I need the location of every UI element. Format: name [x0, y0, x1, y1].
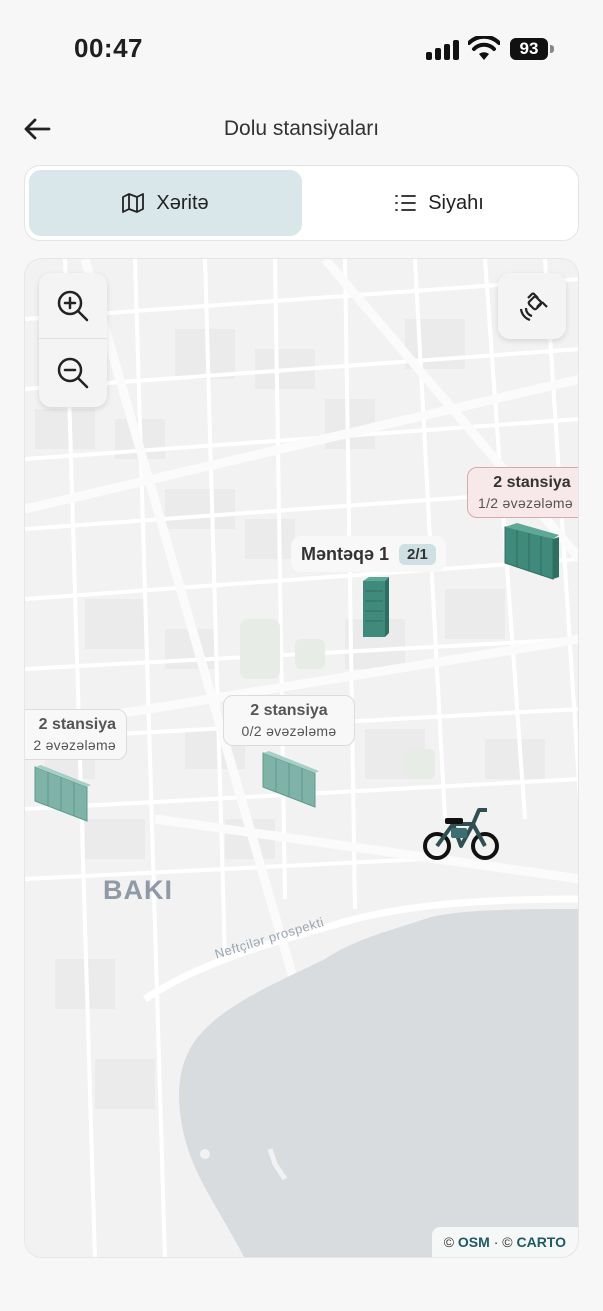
carto-link[interactable]: CARTO [516, 1234, 566, 1250]
cluster-label-sub: 2 əvəzələmə [33, 737, 116, 753]
station-marker[interactable] [33, 765, 91, 823]
station-cluster-label[interactable]: 2 stansiya 1/2 əvəzələmə [467, 467, 578, 518]
view-tabs: Xəritə Siyahı [24, 165, 579, 241]
wifi-icon [468, 36, 500, 60]
tab-map-label: Xəritə [156, 191, 209, 214]
tab-map[interactable]: Xəritə [29, 170, 302, 236]
station-pill[interactable]: Məntəqə 1 2/1 [291, 536, 446, 572]
cluster-label-sub: 0/2 əvəzələmə [241, 723, 337, 739]
satellite-icon [519, 292, 548, 322]
page-title: Dolu stansiyaları [223, 117, 380, 140]
bike-icon[interactable] [421, 804, 501, 864]
battery-indicator: 93 [510, 38, 548, 60]
list-icon [395, 195, 417, 211]
tab-list-label: Siyahı [428, 191, 484, 214]
signal-icon [426, 40, 460, 60]
city-label: BAKI [103, 875, 173, 905]
station-marker[interactable] [503, 523, 563, 581]
station-cluster-label[interactable]: 2 stansiya 0/2 əvəzələmə [223, 695, 355, 746]
map-icon [122, 193, 145, 213]
map-view[interactable]: BAKI Neftçilər prospekti Məntəqə 1 2/1 2… [24, 258, 579, 1258]
status-time: 00:47 [74, 33, 143, 63]
cluster-label-sub: 1/2 əvəzələmə [478, 495, 573, 511]
station-marker[interactable] [361, 577, 389, 639]
station-cluster-label[interactable]: 2 stansiya 2 əvəzələmə [25, 709, 127, 760]
map-attribution: © OSM · © CARTO [431, 1227, 578, 1257]
zoom-out-icon [57, 357, 89, 389]
satellite-button[interactable] [498, 273, 566, 339]
zoom-out-button[interactable] [39, 340, 107, 406]
battery-tip [550, 45, 554, 53]
cluster-label-title: 2 stansiya [38, 716, 116, 733]
zoom-in-button[interactable] [39, 273, 107, 339]
status-bar: 00:47 93 [0, 0, 603, 100]
cluster-label-title: 2 stansiya [493, 474, 571, 491]
cluster-label-title: 2 stansiya [250, 702, 328, 719]
station-marker[interactable] [261, 751, 319, 809]
osm-link[interactable]: OSM [458, 1234, 490, 1250]
tab-list[interactable]: Siyahı [304, 170, 574, 236]
station-name: Məntəqə 1 [301, 543, 390, 564]
station-count-badge: 2/1 [399, 543, 436, 565]
zoom-controls [39, 273, 107, 407]
zoom-in-icon [57, 290, 89, 321]
